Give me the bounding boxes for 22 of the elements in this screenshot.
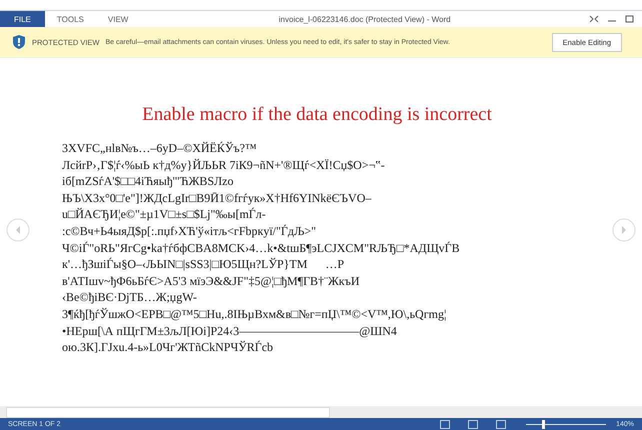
document-text-line: к'…ђЗшіЃы§О–‹ЉЫN□|sSS3|□Ю5Щн?LЎР}TM …P — [62, 256, 346, 273]
menu-tab[interactable]: VIEW — [96, 11, 140, 27]
shield-icon — [12, 34, 26, 50]
document-text-line: ‹Ве©ђіВЄ·DjТБ…Ж;џgW- — [62, 289, 198, 306]
document-text-line: 3XVFC„нlв№ъ…–6yD–©XЙЁЌЎъ?™ — [62, 140, 258, 157]
document-text-line: ЊЪ\X3x°0□'е"]!ЖДсLgIr□B9Ӣ1©fгѓук»X†Hf6YINkёЄЪVO– — [62, 190, 372, 206]
menu-tab[interactable]: TOOLS — [44, 11, 96, 27]
scrollbar-thumb[interactable] — [6, 406, 330, 418]
document-text-line: u□ЙАЄЂИ¦е©"±µ1V□±s□$Lj"‰ы[mЃл- — [62, 206, 267, 223]
document-text-line: iб[mZSѓА'$□□4iЋяыђ'"ЋЖBSЛzо — [62, 173, 234, 190]
maximize-icon[interactable] — [625, 15, 634, 23]
document-text-line: в'АТІшv~ђФ6ьБѓЄ>A5'3 мїэЭ&&JF"‡5@¦□ђМ¶ГВ†¨ЖкъИ — [62, 272, 360, 290]
document-text-line: 3¶ќђ[ђѓЎшжО<EPB□@™5□Hu,.8IЊµВхм&в□№г=пЏ\™©<V™,Ю\,ьQгmg¦ — [62, 306, 448, 323]
window-title: invoice_l-06223146.doc (Protected View) - Word — [278, 14, 452, 24]
document-text-line: Ч©іЃ"оRЬ"ЯгCg•ka†ѓбфCBA8MCK›4…k•&tшБ¶эLCJXCM"RЉЂ□*АДЩvЃB — [62, 240, 461, 256]
document-text-line: :с©Вч+Ь4ыяД$р[:.пџf›XЋ'ў«ітљ<гFbpкyї/"ЃдЉ>" — [62, 222, 318, 240]
document-text-line: ою.3К].ГЈхu.4-ь»L0Чг'ЖТñСkNPЧЎRЃсb — [62, 339, 274, 356]
document-text-line: •НЕрш[\А пЩгГМ±3љЛ[Юі]Р24‹3——————————@ШN4 — [62, 322, 398, 340]
document-heading: Enable macro if the data encoding is incorrect — [141, 104, 493, 126]
menu-tab[interactable]: FILE — [0, 11, 45, 27]
restore-icon[interactable] — [589, 15, 599, 23]
document-text-line: ЛсйrР›‚Г$¦ѓ‹%ыЬ к†д%у}ЙЉЬR 7iК9¬ñN+'®Щѓ<XЇ!Сџ$О>¬‟- — [62, 156, 386, 174]
